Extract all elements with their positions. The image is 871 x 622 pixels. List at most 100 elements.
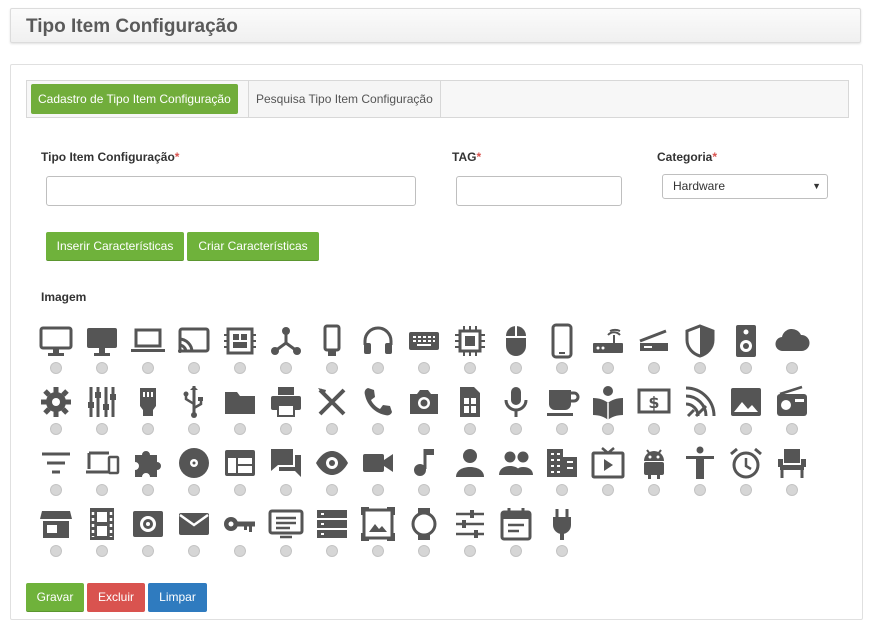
icon-option[interactable]: [680, 384, 720, 444]
icon-option[interactable]: [220, 323, 260, 383]
icon-option[interactable]: [36, 445, 76, 505]
gravar-button[interactable]: Gravar: [26, 583, 84, 612]
icon-option[interactable]: [496, 323, 536, 383]
icon-option[interactable]: [588, 323, 628, 383]
icon-radio[interactable]: [418, 545, 430, 557]
icon-radio[interactable]: [418, 484, 430, 496]
icon-radio[interactable]: [786, 484, 798, 496]
criar-caracteristicas-button[interactable]: Criar Características: [187, 232, 319, 261]
icon-option[interactable]: [542, 384, 582, 444]
icon-option[interactable]: [82, 506, 122, 566]
icon-radio[interactable]: [694, 362, 706, 374]
icon-option[interactable]: [36, 506, 76, 566]
icon-radio[interactable]: [50, 362, 62, 374]
icon-option[interactable]: [174, 323, 214, 383]
icon-option[interactable]: [404, 506, 444, 566]
icon-radio[interactable]: [96, 545, 108, 557]
icon-option[interactable]: [496, 445, 536, 505]
icon-radio[interactable]: [556, 484, 568, 496]
icon-option[interactable]: $: [634, 384, 674, 444]
tab-cadastro[interactable]: Cadastro de Tipo Item Configuração: [31, 84, 238, 114]
icon-radio[interactable]: [418, 362, 430, 374]
icon-radio[interactable]: [464, 545, 476, 557]
icon-option[interactable]: [174, 506, 214, 566]
icon-option[interactable]: [220, 506, 260, 566]
icon-radio[interactable]: [188, 545, 200, 557]
icon-radio[interactable]: [510, 423, 522, 435]
icon-option[interactable]: [312, 384, 352, 444]
icon-option[interactable]: [450, 323, 490, 383]
icon-radio[interactable]: [372, 423, 384, 435]
icon-radio[interactable]: [372, 362, 384, 374]
icon-option[interactable]: [266, 506, 306, 566]
icon-radio[interactable]: [50, 545, 62, 557]
icon-radio[interactable]: [280, 545, 292, 557]
icon-option[interactable]: [542, 323, 582, 383]
icon-option[interactable]: [266, 323, 306, 383]
icon-radio[interactable]: [602, 362, 614, 374]
icon-option[interactable]: [542, 506, 582, 566]
icon-radio[interactable]: [694, 423, 706, 435]
icon-option[interactable]: [36, 384, 76, 444]
inserir-caracteristicas-button[interactable]: Inserir Características: [46, 232, 184, 261]
icon-radio[interactable]: [96, 484, 108, 496]
icon-radio[interactable]: [510, 545, 522, 557]
icon-radio[interactable]: [280, 362, 292, 374]
icon-radio[interactable]: [50, 484, 62, 496]
icon-option[interactable]: [496, 384, 536, 444]
icon-option[interactable]: [128, 384, 168, 444]
icon-option[interactable]: [404, 384, 444, 444]
tag-input[interactable]: [456, 176, 622, 206]
icon-option[interactable]: [36, 323, 76, 383]
icon-option[interactable]: [588, 445, 628, 505]
icon-radio[interactable]: [418, 423, 430, 435]
icon-radio[interactable]: [556, 423, 568, 435]
limpar-button[interactable]: Limpar: [148, 583, 207, 612]
icon-radio[interactable]: [648, 423, 660, 435]
icon-radio[interactable]: [648, 484, 660, 496]
icon-radio[interactable]: [510, 362, 522, 374]
icon-radio[interactable]: [234, 423, 246, 435]
icon-option[interactable]: [542, 445, 582, 505]
icon-option[interactable]: [174, 384, 214, 444]
icon-option[interactable]: [312, 323, 352, 383]
icon-radio[interactable]: [50, 423, 62, 435]
icon-radio[interactable]: [464, 484, 476, 496]
tipo-input[interactable]: [46, 176, 416, 206]
icon-option[interactable]: [220, 384, 260, 444]
icon-option[interactable]: [82, 445, 122, 505]
icon-option[interactable]: [312, 445, 352, 505]
icon-radio[interactable]: [326, 545, 338, 557]
icon-radio[interactable]: [280, 484, 292, 496]
icon-radio[interactable]: [556, 362, 568, 374]
icon-radio[interactable]: [464, 362, 476, 374]
icon-option[interactable]: [266, 445, 306, 505]
icon-option[interactable]: [174, 445, 214, 505]
icon-radio[interactable]: [234, 545, 246, 557]
icon-radio[interactable]: [372, 484, 384, 496]
icon-radio[interactable]: [648, 362, 660, 374]
icon-option[interactable]: [128, 506, 168, 566]
icon-option[interactable]: [496, 506, 536, 566]
icon-radio[interactable]: [510, 484, 522, 496]
icon-option[interactable]: [220, 445, 260, 505]
icon-radio[interactable]: [786, 362, 798, 374]
icon-radio[interactable]: [556, 545, 568, 557]
icon-radio[interactable]: [142, 423, 154, 435]
icon-radio[interactable]: [786, 423, 798, 435]
icon-option[interactable]: [358, 506, 398, 566]
icon-option[interactable]: [82, 384, 122, 444]
icon-option[interactable]: [726, 445, 766, 505]
icon-radio[interactable]: [602, 423, 614, 435]
icon-radio[interactable]: [740, 423, 752, 435]
icon-option[interactable]: [680, 323, 720, 383]
icon-radio[interactable]: [142, 545, 154, 557]
icon-radio[interactable]: [326, 423, 338, 435]
icon-option[interactable]: [450, 506, 490, 566]
excluir-button[interactable]: Excluir: [87, 583, 145, 612]
icon-option[interactable]: [358, 384, 398, 444]
icon-option[interactable]: [358, 445, 398, 505]
icon-option[interactable]: [772, 323, 812, 383]
icon-radio[interactable]: [96, 362, 108, 374]
icon-radio[interactable]: [234, 362, 246, 374]
